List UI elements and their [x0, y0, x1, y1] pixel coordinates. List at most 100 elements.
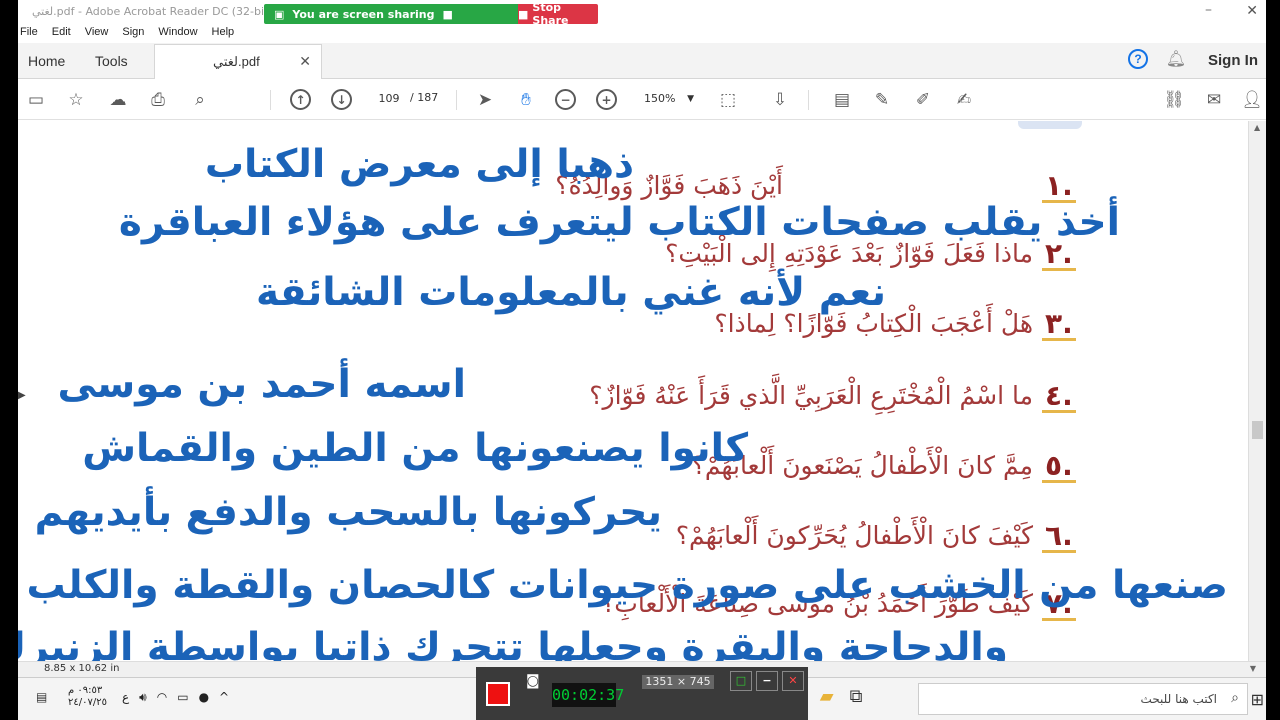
title-bar: لغتي.pdf - Adobe Acrobat Reader DC (32-b…	[18, 0, 1266, 26]
document-viewport[interactable]: أَيْنَ ذَهَبَ فَوَّازٌ وَوالِدُهُ؟ ١. ما…	[18, 121, 1248, 661]
page-separator: /	[410, 91, 414, 104]
link-icon[interactable]: ⛓	[1162, 88, 1186, 112]
toolbar-divider	[270, 90, 271, 110]
answer-7: صنعها من الخشب على صورة حيوانات كالحصان …	[26, 563, 1228, 608]
upload-cloud-icon[interactable]: ☁	[106, 88, 130, 112]
menu-window[interactable]: Window	[158, 26, 197, 43]
battery-icon[interactable]: ▭	[177, 690, 188, 705]
menu-file[interactable]: File	[20, 26, 38, 43]
camera-icon[interactable]: ◙	[526, 673, 540, 689]
highlight-pen-icon[interactable]: ✎	[870, 88, 894, 112]
previous-page-icon[interactable]: ↑	[290, 89, 311, 110]
menu-bar: File Edit View Sign Window Help	[18, 26, 1266, 43]
scroll-down-icon[interactable]: ▼	[1250, 664, 1256, 673]
page-number-input[interactable]: 109	[372, 89, 406, 109]
sign-in-link[interactable]: Sign In	[1208, 52, 1258, 69]
microphone-icon[interactable]: ●	[199, 690, 209, 705]
answer-6: يحركونها بالسحب والدفع بأيديهم	[34, 490, 662, 535]
page-size-readout: 8.85 x 10.62 in	[44, 663, 120, 674]
question-number-4: ٤.	[1042, 381, 1076, 414]
total-pages: 187	[417, 91, 439, 104]
close-recorder-button[interactable]: ✕	[782, 671, 804, 691]
tab-home[interactable]: Home	[28, 53, 65, 69]
share-user-icon[interactable]: 👤︎	[1240, 88, 1264, 112]
zoom-out-icon[interactable]: −	[555, 89, 576, 110]
menu-view[interactable]: View	[85, 26, 109, 43]
vertical-scrollbar[interactable]: ▲	[1248, 121, 1266, 661]
sidebar-expand-icon[interactable]: ▶	[18, 390, 26, 401]
page-total: / 187	[410, 91, 438, 104]
screen-share-message: ▣ You are screen sharing ■	[264, 4, 518, 24]
minimize-button[interactable]: –	[1205, 2, 1212, 18]
answer-8: والدجاجة والبقرة وجعلها تتحرك ذاتيا بواس…	[18, 625, 1008, 661]
file-explorer-icon[interactable]: ▰	[820, 686, 834, 707]
question-number-6: ٦.	[1042, 521, 1076, 554]
taskbar-search-input[interactable]: اكتب هنا للبحث ⌕	[918, 683, 1248, 715]
scroll-up-icon[interactable]: ▲	[1254, 123, 1260, 132]
hand-tool-icon[interactable]: ✋︎	[514, 88, 538, 112]
answer-5: كانوا يصنعونها من الطين والقماش	[82, 426, 748, 471]
clock-date: ٢٤/٠٧/٢٥	[68, 697, 107, 708]
recording-timer: 00:02:37	[552, 683, 624, 707]
taskbar-search-placeholder: اكتب هنا للبحث	[1140, 692, 1217, 706]
document-tab-label: لغتي.pdf	[213, 54, 260, 69]
windows-start-icon[interactable]: ⊞	[1251, 690, 1264, 709]
tray-icons: ▤	[36, 690, 47, 704]
toolbar: ▭ ☆ ☁ ⎙ ⌕ ↑ ↓ 109 / 187 ➤ ✋︎ − + 150% ▼ …	[18, 80, 1266, 120]
zoom-value: 150%	[644, 92, 676, 105]
clock[interactable]: ٠٩:٥٣ م ٢٤/٠٧/٢٥	[68, 685, 107, 709]
menu-sign[interactable]: Sign	[122, 26, 144, 43]
screen-share-banner: ▣ You are screen sharing ■ ■ Stop Share	[264, 4, 598, 24]
menu-edit[interactable]: Edit	[52, 26, 71, 43]
volume-icon[interactable]: 🔊︎	[139, 690, 147, 705]
tray-chevron-icon[interactable]: ^	[219, 690, 229, 705]
search-icon: ⌕	[1231, 690, 1239, 706]
zoom-in-icon[interactable]: +	[596, 89, 617, 110]
fill-sign-icon[interactable]: ✍	[952, 88, 976, 112]
question-4: ما اسْمُ الْمُخْتَرِعِ الْعَرَبِيِّ الَّ…	[589, 381, 1033, 410]
answer-4: اسمه أحمد بن موسى	[57, 362, 466, 407]
draw-sign-icon[interactable]: ✐	[911, 88, 935, 112]
screen-share-text: You are screen sharing	[292, 7, 435, 21]
email-icon[interactable]: ✉	[1202, 88, 1226, 112]
bell-icon[interactable]: 🔔︎	[1166, 49, 1186, 69]
maximize-capture-button[interactable]: □	[730, 671, 752, 691]
answer-1: ذهبا إلى معرض الكتاب	[204, 142, 634, 187]
share-icon: ▣	[274, 7, 285, 21]
mute-icon[interactable]: ■	[443, 8, 453, 21]
page-fit-icon[interactable]: ⬚	[716, 88, 740, 112]
tab-tools[interactable]: Tools	[95, 53, 128, 69]
close-tab-icon[interactable]: ✕	[299, 53, 311, 70]
zoom-search-icon[interactable]: ⌕	[188, 88, 212, 112]
screen-recorder-widget: ◙ 00:02:37 1351 × 745 □ − ✕	[476, 667, 808, 720]
menu-help[interactable]: Help	[212, 26, 235, 43]
chevron-down-icon: ▼	[687, 94, 694, 104]
window-title: لغتي.pdf - Adobe Acrobat Reader DC (32-b…	[32, 5, 273, 18]
scroll-mode-icon[interactable]: ⇩	[768, 88, 792, 112]
minimize-recorder-button[interactable]: −	[756, 671, 778, 691]
keyboard-language[interactable]: ع	[122, 690, 129, 705]
help-icon[interactable]: ?	[1128, 49, 1148, 69]
select-cursor-icon[interactable]: ➤	[473, 88, 497, 112]
tab-document[interactable]: لغتي.pdf ✕	[154, 44, 322, 79]
save-icon[interactable]: ▭	[24, 88, 48, 112]
zoom-select[interactable]: 150% ▼	[638, 89, 694, 109]
next-page-icon[interactable]: ↓	[331, 89, 352, 110]
stop-share-button[interactable]: ■ Stop Share	[518, 4, 598, 24]
scroll-thumb[interactable]	[1252, 421, 1263, 439]
wifi-icon[interactable]: ◠	[157, 690, 167, 705]
task-view-icon[interactable]: ⧉	[850, 686, 863, 707]
print-icon[interactable]: ⎙	[146, 88, 170, 112]
clock-time: ٠٩:٥٣ م	[68, 685, 103, 696]
system-tray: ع 🔊︎ ◠ ▭ ● ^	[122, 690, 229, 705]
close-window-button[interactable]: ✕	[1246, 3, 1258, 19]
record-button[interactable]	[486, 682, 510, 706]
question-number-3: ٣.	[1042, 309, 1076, 342]
bookmark-star-icon[interactable]: ☆	[64, 88, 88, 112]
tab-row: Home Tools لغتي.pdf ✕ ? 🔔︎ Sign In	[18, 43, 1266, 79]
answer-2: أخذ يقلب صفحات الكتاب ليتعرف على هؤلاء ا…	[118, 200, 1120, 245]
question-6: كَيْفَ كانَ الْأَطْفالُ يُحَرِّكونَ أَلْ…	[675, 521, 1033, 550]
comment-icon[interactable]: ▤	[830, 88, 854, 112]
notifications-icon[interactable]: ▤	[36, 690, 47, 704]
stop-share-label: Stop Share	[532, 4, 569, 24]
